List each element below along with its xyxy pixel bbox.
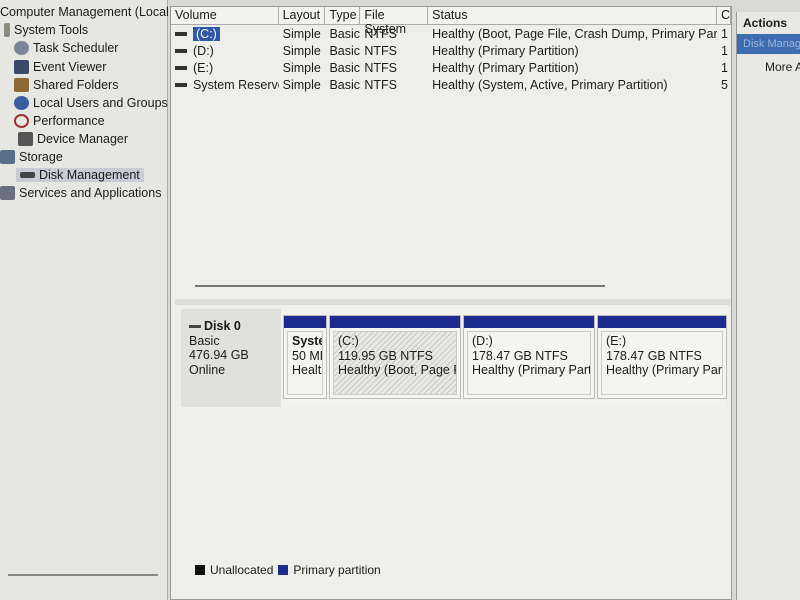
volume-name: (C:) — [171, 26, 279, 41]
partition-2[interactable]: (D:)178.47 GB NTFSHealthy (Primary Parti… — [463, 315, 595, 399]
volume-cell: Basic — [329, 43, 361, 58]
horizontal-scrollbar[interactable] — [195, 285, 605, 287]
volume-cell: Simple — [282, 60, 321, 75]
volume-cell: NTFS — [364, 43, 397, 58]
volume-cell: 1 — [721, 60, 728, 75]
tree-item-local-users[interactable]: Local Users and Groups — [14, 96, 168, 110]
volume-icon — [175, 32, 187, 37]
col-volume[interactable]: Volume — [171, 7, 279, 24]
volume-icon — [175, 49, 187, 54]
volume-icon — [175, 66, 187, 71]
col-capacity[interactable]: C — [717, 7, 731, 24]
legend: Unallocated Primary partition — [195, 563, 381, 577]
services-icon — [0, 186, 15, 200]
volume-icon — [175, 83, 187, 88]
volume-cell: Simple — [282, 77, 321, 92]
tree-item-storage[interactable]: Storage — [0, 150, 63, 164]
tree-item-shared-folders[interactable]: Shared Folders — [14, 78, 118, 92]
volume-cell: Simple — [282, 43, 321, 58]
disk-0-label[interactable]: Disk 0 Basic 476.94 GB Online — [181, 309, 281, 407]
tree-item-services[interactable]: Services and Applications — [0, 186, 161, 200]
users-icon — [14, 96, 29, 110]
partition-1[interactable]: (C:)119.95 GB NTFSHealthy (Boot, Page Fi… — [329, 315, 461, 399]
clock-icon — [14, 41, 29, 55]
volume-list-header: Volume Layout Type File System Status C — [171, 7, 731, 36]
unallocated-swatch — [195, 565, 205, 575]
disk-icon — [20, 172, 35, 178]
volume-cell: 1 — [721, 43, 728, 58]
volume-cell: NTFS — [364, 77, 397, 92]
disk-icon — [189, 325, 201, 329]
volume-row[interactable]: (D:) Simple Basic NTFS Healthy (Primary Part… — [171, 42, 731, 59]
storage-icon — [0, 150, 15, 164]
tools-icon — [4, 23, 10, 37]
partition-3[interactable]: (E:)178.47 GB NTFSHealthy (Primary Parti… — [597, 315, 727, 399]
volume-name: System Reserved — [171, 78, 279, 92]
volume-cell: 1 — [721, 26, 728, 41]
volume-row[interactable]: System ReservedSimple BasicNTFS Healthy (S… — [171, 76, 731, 93]
tree-root[interactable]: Computer Management (Local — [0, 5, 169, 19]
tree-item-disk-management[interactable]: Disk Management — [16, 168, 144, 182]
col-layout[interactable]: Layout — [279, 7, 326, 24]
volume-cell: NTFS — [364, 60, 397, 75]
volume-cell: Simple — [282, 26, 321, 41]
volume-cell: Healthy (Boot, Page File, Crash Dump, Pr… — [432, 26, 718, 41]
volume-row[interactable]: (C:) Simple Basic NTFS Healthy (Boot, Page F… — [171, 25, 731, 42]
performance-icon — [14, 114, 29, 128]
volume-name: (D:) — [171, 44, 279, 58]
tree-scrollbar[interactable] — [8, 574, 158, 576]
volume-cell: Basic — [329, 60, 361, 75]
col-type[interactable]: Type — [325, 7, 361, 24]
volume-cell: Healthy (Primary Partition) — [432, 43, 579, 58]
tree-item-performance[interactable]: Performance — [14, 114, 105, 128]
partition-bar — [330, 316, 460, 328]
event-viewer-icon — [14, 60, 29, 74]
device-manager-icon — [18, 132, 33, 146]
partition-0[interactable]: Syster50 MBHealtl — [283, 315, 327, 399]
actions-disk-management[interactable]: Disk Manage — [737, 34, 800, 54]
partition-bar — [284, 316, 326, 328]
pane-splitter[interactable] — [175, 299, 730, 305]
tree-item-event-viewer[interactable]: Event Viewer — [14, 60, 106, 74]
volume-cell: Healthy (System, Active, Primary Partiti… — [432, 77, 668, 92]
col-file-system[interactable]: File System — [360, 7, 429, 36]
shared-folder-icon — [14, 78, 29, 92]
primary-swatch — [278, 565, 289, 575]
actions-title: Actions — [743, 16, 788, 30]
col-status[interactable]: Status — [428, 7, 717, 24]
partition-bar — [598, 316, 726, 328]
volume-name: (E:) — [171, 61, 279, 75]
volume-list: (C:) Simple Basic NTFS Healthy (Boot, Page F… — [171, 25, 731, 93]
volume-row[interactable]: (E:) Simple Basic NTFS Healthy (Primary Part… — [171, 59, 731, 76]
volume-cell: Healthy (Primary Partition) — [432, 60, 579, 75]
actions-pane: Actions Disk Manage More A — [736, 12, 800, 600]
volume-cell: 5 — [721, 77, 728, 92]
tree-item-device-manager[interactable]: Device Manager — [18, 132, 128, 146]
volume-cell: NTFS — [364, 26, 397, 41]
disk-0-row: Disk 0 Basic 476.94 GB Online Syster50 M… — [181, 309, 727, 407]
more-actions[interactable]: More A — [737, 54, 800, 74]
volume-cell: Basic — [329, 26, 361, 41]
partition-bar — [464, 316, 594, 328]
disk-management-pane: Volume Layout Type File System Status C … — [170, 6, 732, 600]
console-tree: Computer Management (Local System Tools … — [0, 0, 169, 600]
tree-item-task-scheduler[interactable]: Task Scheduler — [14, 41, 118, 55]
volume-cell: Basic — [329, 77, 361, 92]
tree-item-system-tools[interactable]: System Tools — [4, 23, 88, 37]
